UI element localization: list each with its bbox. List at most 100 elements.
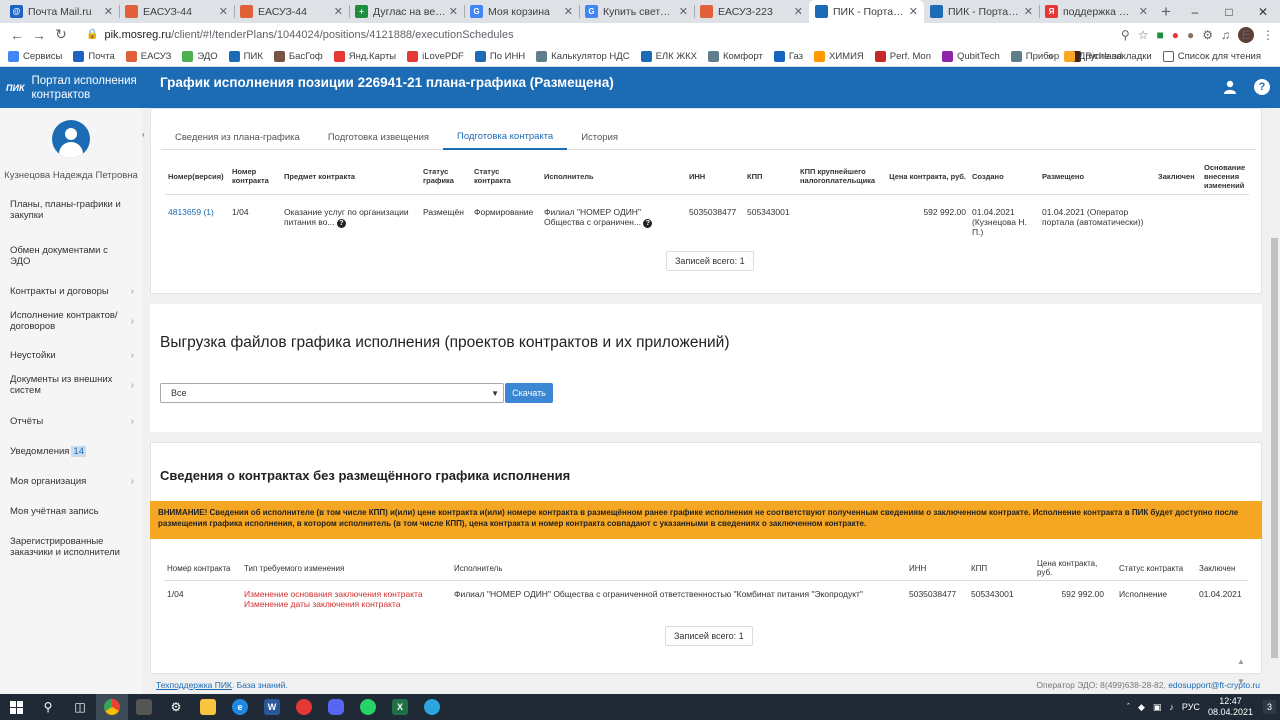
telegram-icon[interactable]	[416, 694, 448, 720]
extension-icon[interactable]: ■	[1156, 28, 1163, 42]
bookmark-item[interactable]: Газ	[773, 50, 803, 62]
sidebar-item[interactable]: Обмен документами с ЭДО	[0, 245, 142, 267]
bookmark-star-icon[interactable]: ☆	[1138, 28, 1149, 42]
help-icon[interactable]: ?	[643, 218, 653, 228]
task-view-icon[interactable]: ◫	[64, 694, 96, 720]
minimize-icon[interactable]: –	[1178, 0, 1212, 23]
close-tab-icon[interactable]: ✕	[449, 5, 458, 18]
volume-icon[interactable]: ♪	[1169, 702, 1174, 712]
file-explorer-icon[interactable]	[192, 694, 224, 720]
back-icon[interactable]: ←	[6, 27, 28, 43]
sidebar-item[interactable]: Отчёты ›	[0, 416, 142, 427]
sidebar-item[interactable]: Уведомления 14	[0, 446, 142, 457]
bookmark-item[interactable]: ЕАСУЗ	[125, 50, 171, 62]
close-tab-icon[interactable]: ✕	[1139, 5, 1148, 18]
scrollbar-thumb[interactable]	[1271, 238, 1278, 658]
edge-icon[interactable]: e	[224, 694, 256, 720]
browser-tab[interactable]: @ Почта Mail.ru ✕	[4, 0, 119, 23]
bookmark-item[interactable]: ЭДО	[182, 50, 218, 62]
opera-icon[interactable]	[288, 694, 320, 720]
operator-email-link[interactable]: edosupport@ft-crypto.ru	[1168, 680, 1260, 690]
reload-icon[interactable]: ↻	[50, 26, 72, 43]
bookmark-item[interactable]: Почта	[73, 50, 115, 62]
browser-tab[interactable]: G Купить светодиодн✕	[579, 0, 694, 23]
search-icon[interactable]: ⚲	[32, 694, 64, 720]
bookmark-item[interactable]: БасГоф	[273, 50, 323, 62]
profile-avatar[interactable]: E	[1238, 26, 1254, 43]
puzzle-icon[interactable]: ⚙	[1202, 28, 1213, 42]
maximize-icon[interactable]: □	[1212, 0, 1246, 23]
tray-chevron-icon[interactable]: ˆ	[1127, 702, 1130, 712]
bookmark-item[interactable]: Калькулятор НДС	[536, 50, 630, 62]
contract-version-link[interactable]: 4813659 (1)	[168, 207, 214, 217]
page-scrollbar[interactable]	[1269, 108, 1280, 694]
forward-icon[interactable]: →	[28, 27, 50, 43]
bookmark-item[interactable]: Perf. Mon	[874, 50, 931, 62]
notifications-icon[interactable]: 3	[1262, 700, 1276, 714]
settings-gear-icon[interactable]: ⚙	[160, 694, 192, 720]
browser-tab[interactable]: ЕАСУЗ-223 ✕	[694, 0, 809, 23]
content-tab[interactable]: Сведения из плана-графика	[161, 124, 314, 150]
media-icon[interactable]: ♫	[1221, 28, 1230, 42]
sidebar-item[interactable]: Исполнение контрактов/договоров ›	[0, 310, 142, 332]
browser-tab[interactable]: Яподдержка ПИК 44✕	[1039, 0, 1154, 23]
calculator-icon[interactable]	[128, 694, 160, 720]
dropbox-icon[interactable]: ◆	[1138, 702, 1145, 713]
sidebar-item[interactable]: Документы из внешних систем ›	[0, 374, 142, 396]
sidebar-item[interactable]: Зарегистрированные заказчики и исполните…	[0, 536, 142, 558]
search-icon[interactable]: ⚲	[1121, 28, 1130, 42]
bookmark-item[interactable]: Янд.Карты	[333, 50, 396, 62]
chrome-taskbar-icon[interactable]	[96, 694, 128, 720]
knowledge-base-link[interactable]: База знаний.	[237, 680, 288, 690]
bookmarks-more[interactable]: »	[1048, 51, 1053, 62]
content-tab[interactable]: Подготовка контракта	[443, 124, 568, 150]
sidebar-item[interactable]: Контракты и договоры ›	[0, 286, 142, 297]
bookmark-item[interactable]: ПИК	[228, 50, 263, 62]
bookmark-item[interactable]: Комфорт	[707, 50, 763, 62]
file-filter-select[interactable]: Все ▼	[160, 383, 504, 403]
close-tab-icon[interactable]: ✕	[679, 5, 688, 18]
browser-tab[interactable]: + Дуглас на весну 20✕	[349, 0, 464, 23]
close-tab-icon[interactable]: ✕	[219, 5, 228, 18]
new-tab-button[interactable]: +	[1154, 0, 1178, 23]
close-window-icon[interactable]: ✕	[1246, 0, 1280, 23]
download-button[interactable]: Скачать	[505, 383, 553, 403]
support-link[interactable]: Техподдержка ПИК	[156, 680, 232, 690]
content-tab[interactable]: История	[567, 124, 632, 150]
close-tab-icon[interactable]: ✕	[1024, 5, 1033, 18]
close-tab-icon[interactable]: ✕	[334, 5, 343, 18]
lock-icon[interactable]: 🔒	[86, 29, 98, 40]
browser-tab[interactable]: ПИК - Портал испо✕	[809, 0, 924, 23]
reading-list[interactable]: Список для чтения	[1162, 51, 1261, 62]
sidebar-item[interactable]: Планы, планы-графики и закупки	[0, 199, 142, 221]
bookmark-item[interactable]: iLovePDF	[407, 50, 464, 62]
browser-tab[interactable]: ЕАСУЗ-44 ✕	[119, 0, 234, 23]
content-tab[interactable]: Подготовка извещения	[314, 124, 443, 150]
close-tab-icon[interactable]: ✕	[909, 5, 918, 18]
bookmark-item[interactable]: Сервисы	[8, 50, 62, 62]
bookmark-item[interactable]: QubitTech	[941, 50, 1000, 62]
browser-tab[interactable]: ПИК - Портал испо✕	[924, 0, 1039, 23]
user-icon[interactable]	[1222, 79, 1238, 95]
other-bookmarks[interactable]: Другие закладки	[1063, 51, 1152, 62]
extension-icon[interactable]: ●	[1187, 28, 1194, 42]
whatsapp-icon[interactable]	[352, 694, 384, 720]
language-indicator[interactable]: РУС	[1182, 702, 1200, 712]
clock[interactable]: 12:47 08.04.2021	[1208, 696, 1253, 718]
browser-tab[interactable]: ЕАСУЗ-44 ✕	[234, 0, 349, 23]
word-icon[interactable]: W	[256, 694, 288, 720]
discord-icon[interactable]	[320, 694, 352, 720]
menu-dots-icon[interactable]: ⋮	[1262, 28, 1274, 42]
sidebar-collapse-icon[interactable]: ‹	[142, 130, 150, 144]
url-field[interactable]: 🔒 pik.mosreg.ru/client/#!/tenderPlans/10…	[80, 24, 1113, 45]
sidebar-item[interactable]: Моя организация ›	[0, 476, 142, 487]
bookmark-item[interactable]: ХИМИЯ	[814, 50, 864, 62]
extension-icon[interactable]: ●	[1172, 28, 1179, 42]
bookmark-item[interactable]: ЕЛК ЖКХ	[640, 50, 697, 62]
sidebar-item[interactable]: Моя учётная запись	[0, 506, 142, 517]
close-tab-icon[interactable]: ✕	[564, 5, 573, 18]
windows-start-icon[interactable]	[0, 694, 32, 720]
close-tab-icon[interactable]: ✕	[794, 5, 803, 18]
portal-logo[interactable]: ПИК Портал исполнения контрактов	[0, 74, 148, 102]
close-tab-icon[interactable]: ✕	[104, 5, 113, 18]
